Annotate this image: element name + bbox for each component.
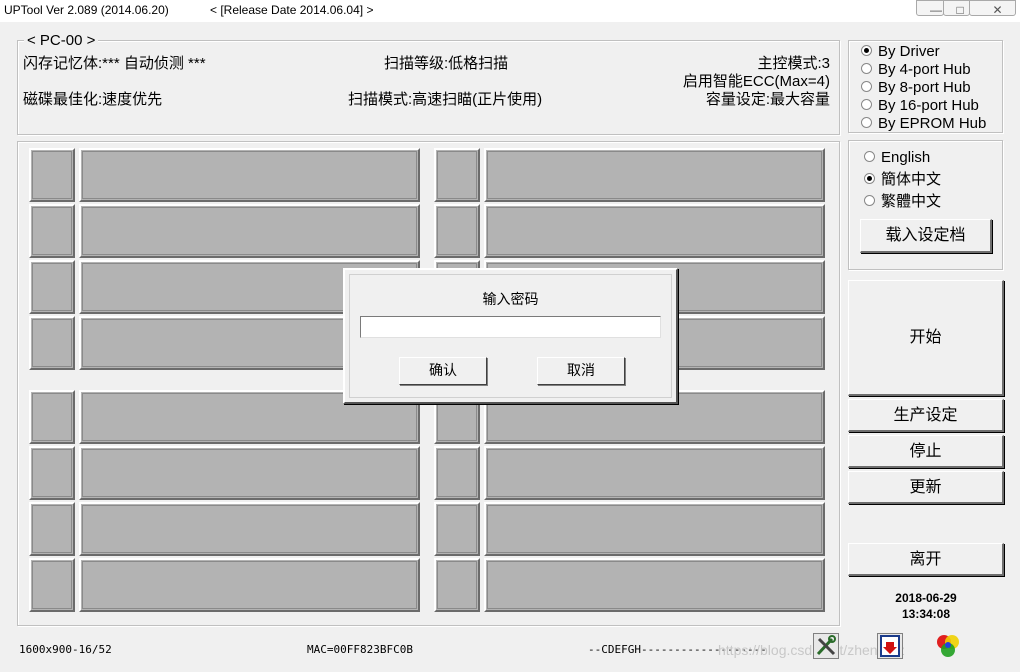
tools-icon[interactable] xyxy=(813,633,839,659)
slot-progress-8 xyxy=(79,558,420,612)
pc-label: < PC-00 > xyxy=(24,32,99,49)
radio-selected-icon xyxy=(864,172,875,184)
radio-by-4-port-hub[interactable]: By 4-port Hub xyxy=(861,61,971,79)
slot-status-3 xyxy=(29,260,75,314)
cancel-button[interactable]: 取消 xyxy=(537,357,625,385)
title-bar: UPTool Ver 2.089 (2014.06.20) < [Release… xyxy=(0,0,1020,22)
radio-english[interactable]: English xyxy=(864,149,930,167)
radio-icon xyxy=(861,116,872,128)
radio-traditional-chinese[interactable]: 繁體中文 xyxy=(864,193,941,211)
radio-icon xyxy=(864,150,875,162)
maximize-icon: □ xyxy=(956,3,964,17)
slot-status-6 xyxy=(29,446,75,500)
slot-status-2 xyxy=(29,204,75,258)
slot-progress-16 xyxy=(484,558,825,612)
minimize-icon: — xyxy=(930,3,942,17)
slot-progress-6 xyxy=(79,446,420,500)
slot-progress-9 xyxy=(484,148,825,202)
load-config-button[interactable]: 载入设定档 xyxy=(860,219,992,253)
exit-button[interactable]: 离开 xyxy=(848,543,1004,576)
slot-status-1 xyxy=(29,148,75,202)
window-title: UPTool Ver 2.089 (2014.06.20) xyxy=(4,3,169,17)
mac-status: MAC=00FF823BFC0B xyxy=(307,643,413,656)
radio-by-eprom-hub[interactable]: By EPROM Hub xyxy=(861,115,986,133)
capacity-text: 容量设定:最大容量 xyxy=(705,91,830,108)
date-text: 2018-06-29 xyxy=(895,591,957,605)
radio-simplified-chinese[interactable]: 簡体中文 xyxy=(864,171,941,189)
release-date: < [Release Date 2014.06.04] > xyxy=(210,3,374,17)
update-button[interactable]: 更新 xyxy=(848,471,1004,504)
slot-status-10 xyxy=(434,204,480,258)
slot-progress-15 xyxy=(484,502,825,556)
radio-icon xyxy=(861,80,872,92)
production-settings-button[interactable]: 生产设定 xyxy=(848,399,1004,432)
radio-icon xyxy=(864,194,875,206)
password-dialog: 输入密码 确认 取消 xyxy=(343,268,678,404)
resolution-status: 1600x900-16/52 xyxy=(19,643,112,656)
slot-status-7 xyxy=(29,502,75,556)
radio-by-8-port-hub[interactable]: By 8-port Hub xyxy=(861,79,971,97)
password-input[interactable] xyxy=(360,316,661,338)
dialog-title: 输入密码 xyxy=(482,291,539,307)
slot-progress-1 xyxy=(79,148,420,202)
radio-by-driver[interactable]: By Driver xyxy=(861,43,940,61)
slot-status-9 xyxy=(434,148,480,202)
radio-icon xyxy=(861,62,872,74)
download-icon[interactable] xyxy=(877,633,903,659)
disk-optimize-text: 磁碟最佳化:速度优先 xyxy=(23,91,163,108)
slot-progress-10 xyxy=(484,204,825,258)
time-text: 13:34:08 xyxy=(901,607,951,621)
start-button[interactable]: 开始 xyxy=(848,280,1004,396)
maximize-button[interactable]: □ xyxy=(943,0,970,17)
slot-status-8 xyxy=(29,558,75,612)
radio-selected-icon xyxy=(861,44,872,56)
slot-progress-7 xyxy=(79,502,420,556)
slot-status-16 xyxy=(434,558,480,612)
slot-status-15 xyxy=(434,502,480,556)
radio-icon xyxy=(861,98,872,110)
slot-status-4 xyxy=(29,316,75,370)
flash-memory-text: 闪存记忆体:*** 自动侦测 *** xyxy=(23,55,206,72)
radio-by-16-port-hub[interactable]: By 16-port Hub xyxy=(861,97,979,115)
color-circles-icon[interactable] xyxy=(935,633,961,659)
close-button[interactable]: ✕ xyxy=(969,0,1016,17)
slot-progress-2 xyxy=(79,204,420,258)
confirm-button[interactable]: 确认 xyxy=(399,357,487,385)
minimize-button[interactable]: — xyxy=(916,0,944,17)
scan-level-text: 扫描等级:低格扫描 xyxy=(384,55,509,72)
slot-status-14 xyxy=(434,446,480,500)
close-icon: ✕ xyxy=(992,3,1003,17)
stop-button[interactable]: 停止 xyxy=(848,435,1004,468)
scan-mode-text: 扫描模式:高速扫瞄(正片使用) xyxy=(348,91,543,108)
slot-progress-14 xyxy=(484,446,825,500)
slot-status-5 xyxy=(29,390,75,444)
